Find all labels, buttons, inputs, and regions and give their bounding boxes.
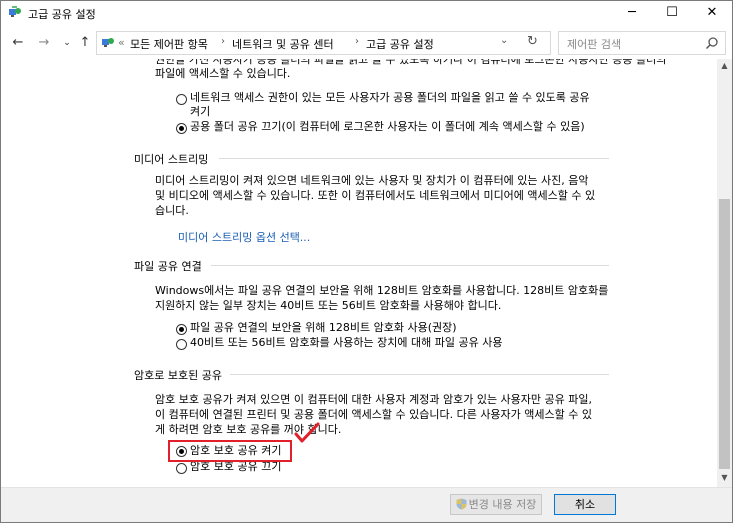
highlight-box	[168, 440, 292, 462]
section-divider	[211, 265, 609, 266]
media-streaming-description-3: 습니다.	[155, 204, 189, 217]
section-divider	[219, 158, 609, 159]
file-sharing-description-2: 지원하지 않는 일부 장치는 40비트 또는 56비트 암호화를 사용해야 합니…	[155, 299, 502, 312]
encryption-128-label[interactable]: 파일 공유 연결의 보안을 위해 128비트 암호화 사용(권장)	[190, 321, 457, 335]
public-folder-description: 권한을 가진 사용자가 공용 폴더의 파일을 읽고 쓸 수 있도록 하거나 이 …	[155, 59, 667, 66]
forward-button[interactable]: →	[34, 31, 54, 55]
window-title: 고급 공유 설정	[28, 8, 96, 21]
password-sharing-off-radio[interactable]	[176, 463, 187, 474]
search-input[interactable]: 제어판 검색	[567, 36, 621, 52]
breadcrumb-all-control-panel-items[interactable]: 모든 제어판 항목	[130, 36, 208, 52]
title-bar: 고급 공유 설정 ─ ☐ ✕	[1, 1, 732, 26]
search-icon[interactable]	[705, 36, 719, 50]
recent-locations-button[interactable]: ⌄	[57, 31, 77, 55]
back-button[interactable]: ←	[8, 31, 28, 55]
breadcrumb-separator[interactable]: ›	[221, 36, 225, 47]
breadcrumb-overflow[interactable]: «	[118, 36, 125, 49]
public-folder-off-label[interactable]: 공용 폴더 공유 끄기(이 컴퓨터에 로그온한 사용자는 이 폴더에 계속 액세…	[190, 120, 585, 134]
check-mark-icon	[294, 422, 320, 443]
encryption-40-56-label[interactable]: 40비트 또는 56비트 암호화를 사용하는 장치에 대해 파일 공유 사용	[190, 336, 502, 350]
cancel-button[interactable]: 취소	[554, 494, 616, 515]
password-sharing-description-2: 이 컴퓨터에 연결된 프린터 및 공용 폴더에 액세스할 수 있습니다. 다른 …	[155, 408, 593, 421]
vertical-scrollbar[interactable]: ▲ ▼	[717, 59, 732, 487]
public-folder-on-label[interactable]: 네트워크 액세스 권한이 있는 모든 사용자가 공용 폴더의 파일을 읽고 쓸 …	[190, 91, 590, 105]
address-dropdown-icon[interactable]: ⌄	[500, 35, 508, 46]
minimize-button[interactable]: ─	[612, 1, 652, 26]
control-panel-icon	[102, 38, 114, 47]
scroll-up-arrow-icon[interactable]: ▲	[717, 59, 732, 73]
scroll-down-arrow-icon[interactable]: ▼	[717, 471, 732, 485]
media-streaming-description: 미디어 스트리밍이 켜져 있으면 네트워크에 있는 사용자 및 장치가 이 컴퓨…	[155, 174, 589, 187]
network-icon	[9, 6, 21, 17]
footer-bar: 변경 내용 저장 취소	[1, 487, 732, 522]
settings-content: 권한을 가진 사용자가 공용 폴더의 파일을 읽고 쓸 수 있도록 하거나 이 …	[1, 59, 717, 487]
refresh-icon[interactable]: ↻	[527, 34, 538, 49]
save-changes-label: 변경 내용 저장	[468, 498, 537, 511]
close-button[interactable]: ✕	[692, 1, 732, 26]
search-box[interactable]: 제어판 검색	[558, 31, 726, 55]
public-folder-description-end: 파일에 액세스할 수 있습니다.	[155, 67, 291, 80]
advanced-sharing-window: 고급 공유 설정 ─ ☐ ✕ ← → ⌄ ↑ « 모든 제어판 항목 › 네트워…	[0, 0, 733, 523]
address-bar[interactable]: « 모든 제어판 항목 › 네트워크 및 공유 센터 › 고급 공유 설정 ⌄ …	[96, 31, 551, 55]
save-changes-button[interactable]: 변경 내용 저장	[450, 494, 542, 515]
media-streaming-options-link[interactable]: 미디어 스트리밍 옵션 선택...	[178, 229, 310, 245]
encryption-40-56-radio[interactable]	[176, 339, 187, 350]
section-divider	[230, 374, 609, 375]
maximize-button[interactable]: ☐	[652, 1, 692, 26]
encryption-128-radio[interactable]	[176, 324, 187, 335]
password-sharing-description: 암호 보호 공유가 켜져 있으면 이 컴퓨터에 대한 사용자 계정과 암호가 있…	[155, 393, 593, 406]
navigation-bar: ← → ⌄ ↑ « 모든 제어판 항목 › 네트워크 및 공유 센터 › 고급 …	[1, 29, 732, 57]
public-folder-on-radio[interactable]	[176, 94, 187, 105]
file-sharing-heading: 파일 공유 연결	[134, 260, 202, 273]
uac-shield-icon	[456, 498, 467, 510]
breadcrumb-separator[interactable]: ›	[355, 36, 359, 47]
public-folder-off-radio[interactable]	[176, 123, 187, 134]
password-sharing-off-label[interactable]: 암호 보호 공유 끄기	[190, 460, 281, 474]
public-folder-on-label-cont[interactable]: 켜기	[190, 105, 210, 119]
breadcrumb-advanced-sharing[interactable]: 고급 공유 설정	[366, 36, 434, 52]
media-streaming-description-2: 및 비디오에 액세스할 수 있습니다. 또한 이 컴퓨터에서도 네트워크에서 미…	[155, 189, 596, 202]
scroll-thumb[interactable]	[719, 199, 730, 469]
media-streaming-heading: 미디어 스트리밍	[134, 153, 209, 166]
password-sharing-heading: 암호로 보호된 공유	[134, 369, 222, 382]
up-button[interactable]: ↑	[75, 31, 95, 55]
breadcrumb-network-sharing-center[interactable]: 네트워크 및 공유 센터	[232, 36, 334, 52]
file-sharing-description: Windows에서는 파일 공유 연결의 보안을 위해 128비트 암호화를 사…	[155, 284, 609, 297]
